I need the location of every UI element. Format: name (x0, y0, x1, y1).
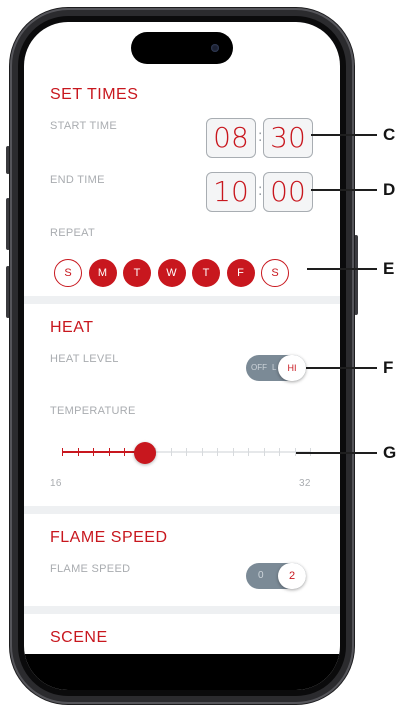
camera-icon (211, 44, 219, 52)
section-divider (24, 506, 340, 514)
heat-level-low-label: L (272, 363, 277, 372)
phone-screen: SET TIMES START TIME 08 : 30 END TIME 10… (24, 22, 340, 690)
callout-d: D (383, 180, 396, 199)
slider-track-fill (62, 451, 146, 453)
slider-tick (232, 448, 234, 456)
callout-line-c (311, 134, 377, 136)
heat-level-label: HEAT LEVEL (50, 353, 119, 365)
heat-level-off-label: OFF (251, 363, 267, 372)
callout-g: G (383, 443, 397, 462)
end-time-label: END TIME (50, 174, 105, 186)
slider-tick (201, 448, 203, 456)
flame-speed-label: FLAME SPEED (50, 563, 131, 575)
repeat-day-tue[interactable]: T (123, 259, 151, 287)
flame-speed-toggle[interactable]: 0 2 (246, 563, 306, 589)
section-divider (24, 296, 340, 304)
set-times-title: SET TIMES (50, 86, 139, 103)
temperature-min-label: 16 (50, 478, 62, 489)
flame-speed-knob[interactable]: 2 (278, 563, 306, 589)
start-minute-field[interactable]: 30 (263, 118, 313, 158)
scene-title: SCENE (50, 629, 108, 646)
callout-line-d (311, 189, 377, 191)
slider-tick (186, 448, 187, 456)
flame-speed-title: FLAME SPEED (50, 529, 168, 546)
repeat-day-sat[interactable]: S (261, 259, 289, 287)
end-time-separator: : (258, 182, 263, 199)
section-divider (24, 606, 340, 614)
callout-line-f (306, 367, 377, 369)
settings-content: SET TIMES START TIME 08 : 30 END TIME 10… (24, 22, 340, 654)
home-indicator-area (24, 654, 340, 690)
repeat-day-mon[interactable]: M (88, 259, 117, 287)
start-hour-field[interactable]: 08 (206, 118, 256, 158)
slider-tick (93, 448, 94, 456)
temperature-max-label: 32 (299, 478, 311, 489)
repeat-label: REPEAT (50, 227, 95, 239)
heat-level-knob[interactable]: HI (278, 355, 306, 381)
slider-tick (248, 448, 249, 456)
callout-line-g (296, 452, 377, 454)
end-minute-field[interactable]: 00 (263, 172, 313, 212)
heat-level-toggle[interactable]: OFF L HI (246, 355, 306, 381)
repeat-day-sun[interactable]: S (54, 259, 82, 287)
slider-tick (62, 448, 63, 456)
temperature-slider-knob[interactable] (134, 442, 157, 464)
temperature-label: TEMPERATURE (50, 405, 136, 417)
slider-tick (124, 448, 125, 456)
callout-e: E (383, 259, 395, 278)
start-time-label: START TIME (50, 120, 117, 132)
slider-tick (279, 448, 280, 456)
end-hour-field[interactable]: 10 (206, 172, 256, 212)
slider-tick (263, 448, 265, 456)
power-button (354, 235, 358, 315)
slider-tick (108, 448, 110, 456)
repeat-day-wed[interactable]: W (157, 259, 186, 287)
callout-c: C (383, 125, 396, 144)
temperature-slider[interactable] (62, 442, 311, 464)
dynamic-island (131, 32, 233, 64)
slider-tick (217, 448, 218, 456)
flame-speed-off-label: 0 (258, 570, 264, 581)
callout-line-e (307, 268, 377, 270)
start-time-separator: : (258, 128, 263, 145)
repeat-day-thu[interactable]: T (192, 259, 220, 287)
slider-tick (77, 448, 79, 456)
repeat-day-fri[interactable]: F (226, 259, 255, 287)
slider-tick (170, 448, 172, 456)
callout-f: F (383, 358, 394, 377)
heat-title: HEAT (50, 319, 94, 336)
